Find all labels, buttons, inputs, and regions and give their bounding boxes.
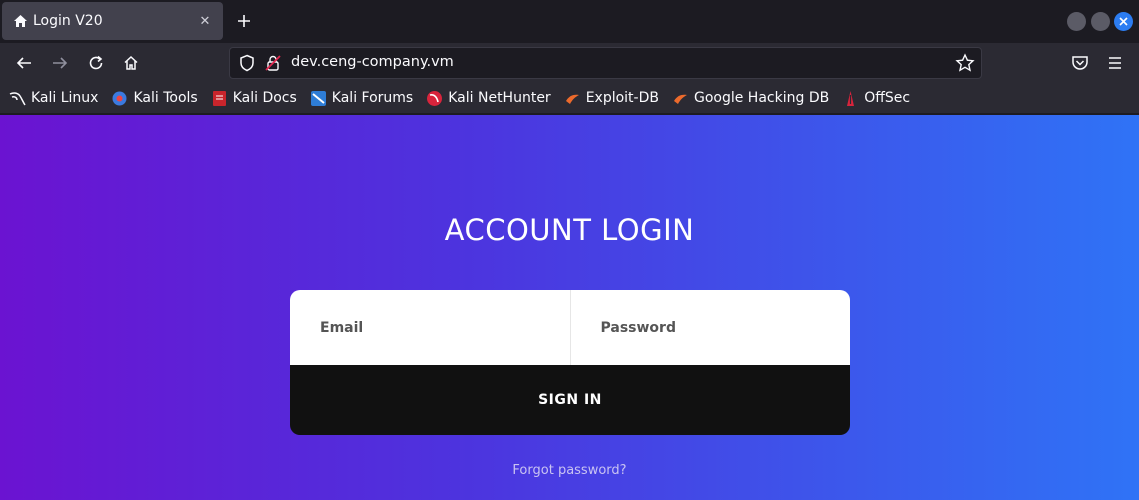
- bookmark-kali-docs[interactable]: Kali Docs: [211, 86, 297, 110]
- bookmark-star-icon[interactable]: [955, 53, 975, 73]
- input-row: [290, 290, 850, 365]
- bookmark-exploit-db[interactable]: Exploit-DB: [564, 86, 659, 110]
- insecure-lock-icon[interactable]: [264, 54, 282, 72]
- email-field[interactable]: [290, 290, 570, 365]
- minimize-button[interactable]: [1067, 12, 1086, 31]
- window-close-button[interactable]: [1114, 12, 1133, 31]
- kali-tools-icon: [111, 90, 128, 107]
- bookmark-label: Google Hacking DB: [693, 90, 830, 106]
- bookmark-label: Kali Docs: [232, 90, 297, 106]
- offsec-icon: [842, 90, 859, 107]
- sign-in-button[interactable]: SIGN IN: [290, 365, 850, 435]
- bookmark-kali-forums[interactable]: Kali Forums: [310, 86, 413, 110]
- bookmark-label: Kali Forums: [331, 90, 414, 106]
- login-page: ACCOUNT LOGIN SIGN IN Forgot password?: [0, 115, 1139, 500]
- home-icon: [12, 13, 28, 29]
- shield-icon[interactable]: [238, 54, 256, 72]
- password-field-wrapper: [569, 290, 850, 365]
- maximize-button[interactable]: [1091, 12, 1110, 31]
- back-arrow-icon: [16, 57, 31, 69]
- home-icon: [124, 55, 138, 70]
- bookmark-google-hacking-db[interactable]: Google Hacking DB: [672, 86, 829, 110]
- url-bar[interactable]: dev.ceng-company.vm: [229, 47, 982, 79]
- reload-icon: [89, 55, 103, 70]
- ghdb-icon: [672, 90, 689, 107]
- bookmark-label: Kali Linux: [31, 90, 99, 106]
- bookmark-label: OffSec: [864, 90, 911, 106]
- tab-close-icon[interactable]: ✕: [193, 9, 217, 33]
- back-button[interactable]: [10, 49, 38, 77]
- pocket-icon[interactable]: [1069, 52, 1091, 74]
- forward-arrow-icon: [53, 57, 68, 69]
- bookmark-kali-nethunter[interactable]: Kali NetHunter: [426, 86, 551, 110]
- url-text[interactable]: dev.ceng-company.vm: [291, 54, 454, 70]
- navigation-toolbar: dev.ceng-company.vm: [0, 43, 1139, 83]
- bookmark-label: Kali Tools: [133, 90, 198, 106]
- password-field[interactable]: [570, 290, 850, 365]
- bookmark-label: Kali NetHunter: [448, 90, 551, 106]
- tab-login[interactable]: Login V20 ✕: [2, 2, 223, 40]
- nethunter-icon: [426, 90, 443, 107]
- kali-dragon-icon: [9, 90, 26, 107]
- plus-icon: [238, 15, 250, 27]
- hamburger-menu-icon[interactable]: [1104, 52, 1126, 74]
- tab-strip: Login V20 ✕: [0, 0, 1139, 43]
- email-field-wrapper: [290, 290, 570, 365]
- bookmark-offsec[interactable]: OffSec: [842, 86, 910, 110]
- bookmark-kali-tools[interactable]: Kali Tools: [111, 86, 198, 110]
- bookmark-kali-linux[interactable]: Kali Linux: [9, 86, 98, 110]
- forgot-password-link[interactable]: Forgot password?: [0, 463, 1139, 478]
- kali-forums-icon: [310, 90, 327, 107]
- login-form: SIGN IN: [290, 290, 850, 435]
- home-button[interactable]: [117, 49, 145, 77]
- tab-title: Login V20: [33, 13, 103, 29]
- page-title: ACCOUNT LOGIN: [444, 213, 695, 247]
- exploit-db-icon: [564, 90, 581, 107]
- new-tab-button[interactable]: [232, 9, 256, 33]
- bookmarks-toolbar: Kali Linux Kali Tools Kali Docs Kali For…: [0, 83, 1139, 114]
- kali-docs-icon: [211, 90, 228, 107]
- close-icon: [1119, 17, 1128, 26]
- reload-button[interactable]: [82, 49, 110, 77]
- forward-button[interactable]: [46, 49, 74, 77]
- bookmark-label: Exploit-DB: [585, 90, 659, 106]
